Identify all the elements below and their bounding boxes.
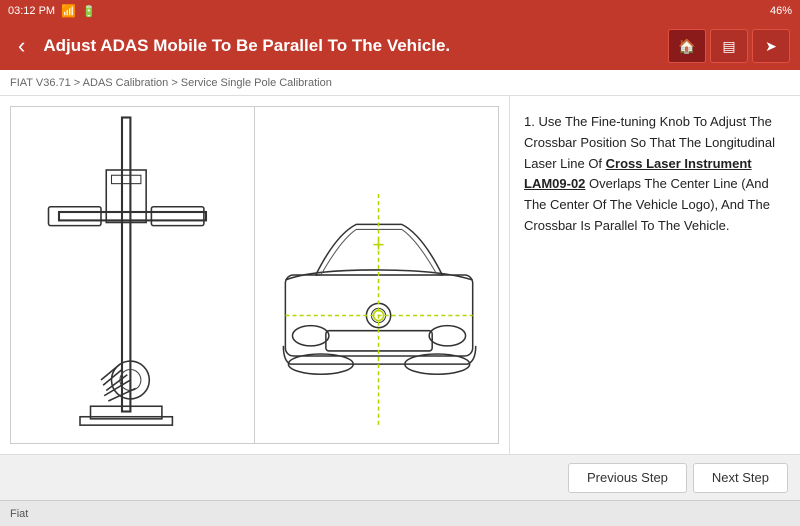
share-icon-button[interactable]: ➤	[752, 29, 790, 63]
header-title: Adjust ADAS Mobile To Be Parallel To The…	[43, 36, 658, 56]
status-right: 46%	[770, 5, 792, 17]
main-content: 1. Use The Fine-tuning Knob To Adjust Th…	[0, 96, 800, 454]
back-button[interactable]: ‹	[10, 31, 33, 61]
left-image-panel	[10, 106, 254, 444]
bottom-bar: Fiat	[0, 500, 800, 526]
footer: Previous Step Next Step	[0, 454, 800, 500]
battery-label: 46%	[770, 5, 792, 17]
status-bar: 03:12 PM 📶 🔋 46%	[0, 0, 800, 22]
wifi-icon: 📶	[61, 4, 76, 18]
bottom-bar-label: Fiat	[10, 508, 28, 520]
adas-icon-button[interactable]: ▤	[710, 29, 748, 63]
car-illustration	[255, 107, 498, 443]
next-step-button[interactable]: Next Step	[693, 463, 788, 493]
right-image-panel	[254, 106, 499, 444]
instruction-paragraph: 1. Use The Fine-tuning Knob To Adjust Th…	[524, 112, 786, 237]
image-area	[0, 96, 510, 454]
breadcrumb: FIAT V36.71 > ADAS Calibration > Service…	[0, 70, 800, 96]
header-icons: 🏠 ▤ ➤	[668, 29, 790, 63]
previous-step-button[interactable]: Previous Step	[568, 463, 687, 493]
signal-icon: 🔋	[82, 5, 96, 18]
breadcrumb-text: FIAT V36.71 > ADAS Calibration > Service…	[10, 77, 332, 89]
text-area: 1. Use The Fine-tuning Knob To Adjust Th…	[510, 96, 800, 454]
equipment-illustration	[11, 107, 254, 443]
home-icon-button[interactable]: 🏠	[668, 29, 706, 63]
status-left: 03:12 PM 📶 🔋	[8, 4, 96, 18]
time-display: 03:12 PM	[8, 5, 55, 17]
header: ‹ Adjust ADAS Mobile To Be Parallel To T…	[0, 22, 800, 70]
